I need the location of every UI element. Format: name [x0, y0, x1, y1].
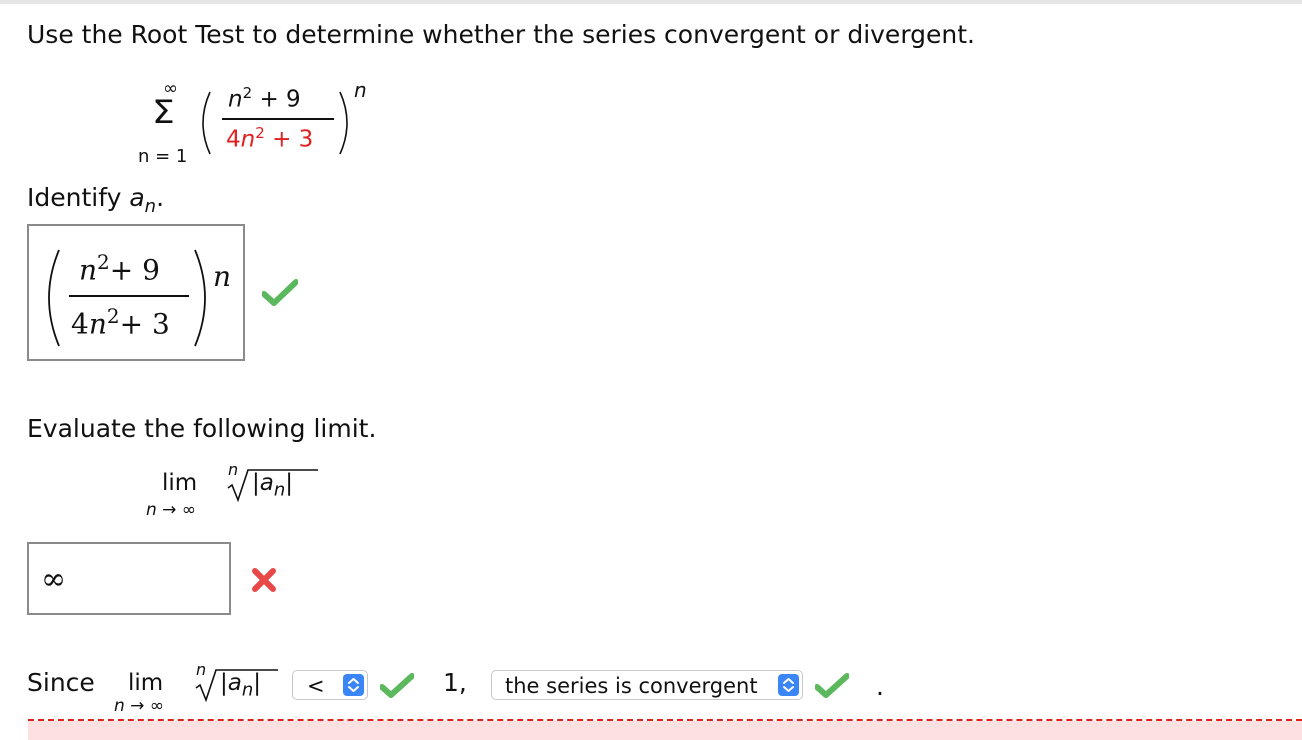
- series-power: n: [354, 78, 367, 102]
- x-mark-icon: [252, 568, 276, 592]
- since-end-period: .: [876, 672, 884, 701]
- conclusion-select[interactable]: the series is convergent: [491, 670, 803, 700]
- identify-subscript: n: [144, 196, 157, 217]
- since-abs-right-bar: |: [253, 670, 262, 696]
- identify-variable: a: [129, 183, 145, 212]
- answer-numerator: n2+ 9: [79, 250, 160, 286]
- since-abs-left-bar: |: [220, 670, 228, 696]
- limit-expression: lim n → ∞ n |an|: [140, 460, 340, 520]
- conclusion-checkmark-icon: [815, 673, 849, 698]
- right-paren: [339, 91, 348, 155]
- comparison-checkmark-icon: [380, 673, 414, 698]
- answer-right-paren: [194, 249, 206, 347]
- radicand-subscript: n: [273, 479, 286, 501]
- identify-answer-box[interactable]: n2+ 9 4n2+ 3 n: [27, 224, 245, 361]
- since-limit-expression: lim n → ∞ n |an|: [108, 660, 293, 720]
- answer-num-exponent: 2: [97, 250, 110, 274]
- chevron-updown-icon: [783, 678, 794, 692]
- lim-subscript: n → ∞: [146, 500, 196, 520]
- answer-den-coefficient: 4: [71, 307, 89, 341]
- numerator-variable: n: [228, 86, 243, 113]
- limit-answer-input[interactable]: ∞: [27, 542, 231, 615]
- comparison-select[interactable]: <: [292, 670, 368, 700]
- top-border: [0, 0, 1302, 4]
- since-label: Since: [27, 668, 95, 697]
- denominator-constant: + 3: [272, 126, 314, 153]
- series-expression: ∞ Σ n = 1 n2 + 9 4n2 + 3 n: [130, 78, 380, 174]
- lim-word: lim: [162, 470, 198, 496]
- since-lim-word: lim: [128, 670, 164, 696]
- identify-text: Identify: [27, 183, 122, 212]
- answer-power: n: [213, 260, 232, 293]
- answer-left-paren: [48, 249, 60, 347]
- numerator-exponent: 2: [242, 84, 253, 102]
- answer-denominator: 4n2+ 3: [71, 304, 170, 340]
- series-denominator: 4n2 + 3: [226, 124, 313, 153]
- answer-num-constant: + 9: [109, 253, 160, 287]
- denominator-coefficient: 4: [226, 126, 241, 153]
- feedback-panel: [28, 721, 1302, 740]
- answer-fraction-bar: [69, 295, 189, 297]
- identify-period: .: [156, 183, 165, 212]
- conclusion-select-arrow: [778, 674, 799, 696]
- abs-right-bar: |: [285, 470, 294, 496]
- sum-lower-limit: n = 1: [138, 146, 188, 167]
- since-value: 1,: [443, 668, 467, 697]
- conclusion-select-value: the series is convergent: [505, 674, 758, 698]
- denominator-variable: n: [240, 126, 256, 153]
- series-fraction-bar: [222, 118, 334, 120]
- sum-symbol: Σ: [152, 94, 175, 131]
- abs-left-bar: |: [252, 470, 260, 496]
- since-lim-subscript: n → ∞: [114, 696, 164, 716]
- chevron-updown-icon: [348, 678, 359, 692]
- since-radicand-subscript: n: [241, 679, 254, 701]
- identify-label: Identify an.: [27, 183, 164, 217]
- left-paren: [202, 91, 211, 155]
- numerator-constant: + 9: [259, 86, 301, 113]
- evaluate-label: Evaluate the following limit.: [27, 414, 377, 443]
- since-radicand-variable: a: [227, 670, 242, 696]
- comparison-select-arrow: [343, 674, 364, 696]
- feedback-dashed-border: [28, 719, 1302, 721]
- series-numerator: n2 + 9: [228, 84, 301, 113]
- answer-den-constant: + 3: [119, 307, 170, 341]
- radicand: |an|: [252, 470, 293, 501]
- question-title: Use the Root Test to determine whether t…: [27, 20, 975, 49]
- checkmark-icon: [262, 279, 298, 306]
- denominator-exponent: 2: [255, 124, 265, 142]
- limit-answer-value: ∞: [41, 562, 66, 597]
- comparison-select-value: <: [307, 674, 325, 698]
- answer-den-exponent: 2: [106, 304, 120, 328]
- since-radicand: |an|: [220, 670, 261, 701]
- answer-num-variable: n: [79, 253, 98, 287]
- answer-den-variable: n: [88, 307, 107, 341]
- radicand-variable: a: [259, 470, 274, 496]
